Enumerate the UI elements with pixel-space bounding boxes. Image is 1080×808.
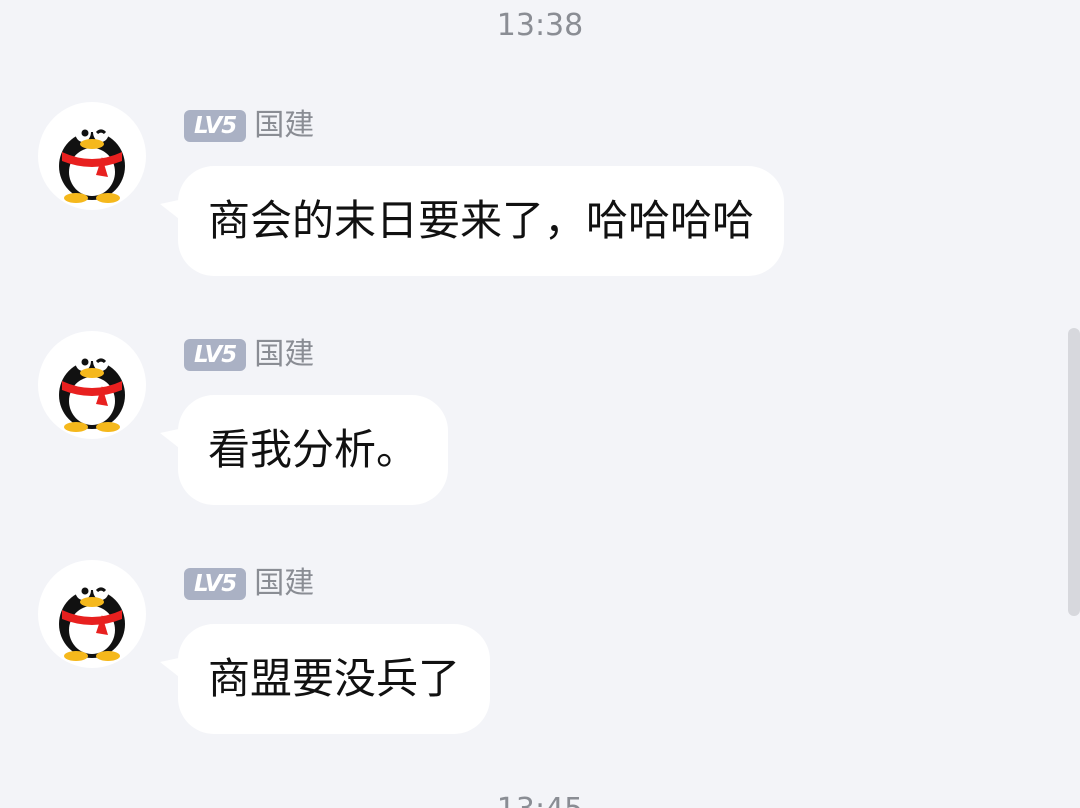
level-badge: LV5 xyxy=(184,568,247,600)
message-bubble[interactable]: 商盟要没兵了 xyxy=(178,624,491,734)
sender-name[interactable]: 国建 xyxy=(254,335,314,375)
timestamp: 13:45 xyxy=(0,792,1080,808)
message-row: LV5 国建 商会的末日要来了，哈哈哈哈 xyxy=(0,102,1080,312)
level-badge: LV5 xyxy=(184,110,247,142)
qq-penguin-icon[interactable] xyxy=(38,560,146,668)
chat-view: 13:38 LV5 国建 商会的末日要来了，哈哈哈哈 LV5 国建 看我分析。 … xyxy=(0,0,1080,808)
message-bubble[interactable]: 商会的末日要来了，哈哈哈哈 xyxy=(178,166,785,276)
sender-meta: LV5 国建 xyxy=(184,564,314,604)
sender-meta: LV5 国建 xyxy=(184,335,314,375)
sender-meta: LV5 国建 xyxy=(184,106,314,146)
message-row: LV5 国建 看我分析。 xyxy=(0,331,1080,541)
level-badge: LV5 xyxy=(184,339,247,371)
message-row: LV5 国建 商盟要没兵了 xyxy=(0,560,1080,770)
message-bubble[interactable]: 看我分析。 xyxy=(178,395,449,505)
scrollbar[interactable] xyxy=(1068,328,1080,616)
sender-name[interactable]: 国建 xyxy=(254,564,314,604)
sender-name[interactable]: 国建 xyxy=(254,106,314,146)
timestamp: 13:38 xyxy=(496,8,584,43)
qq-penguin-icon[interactable] xyxy=(38,102,146,210)
qq-penguin-icon[interactable] xyxy=(38,331,146,439)
